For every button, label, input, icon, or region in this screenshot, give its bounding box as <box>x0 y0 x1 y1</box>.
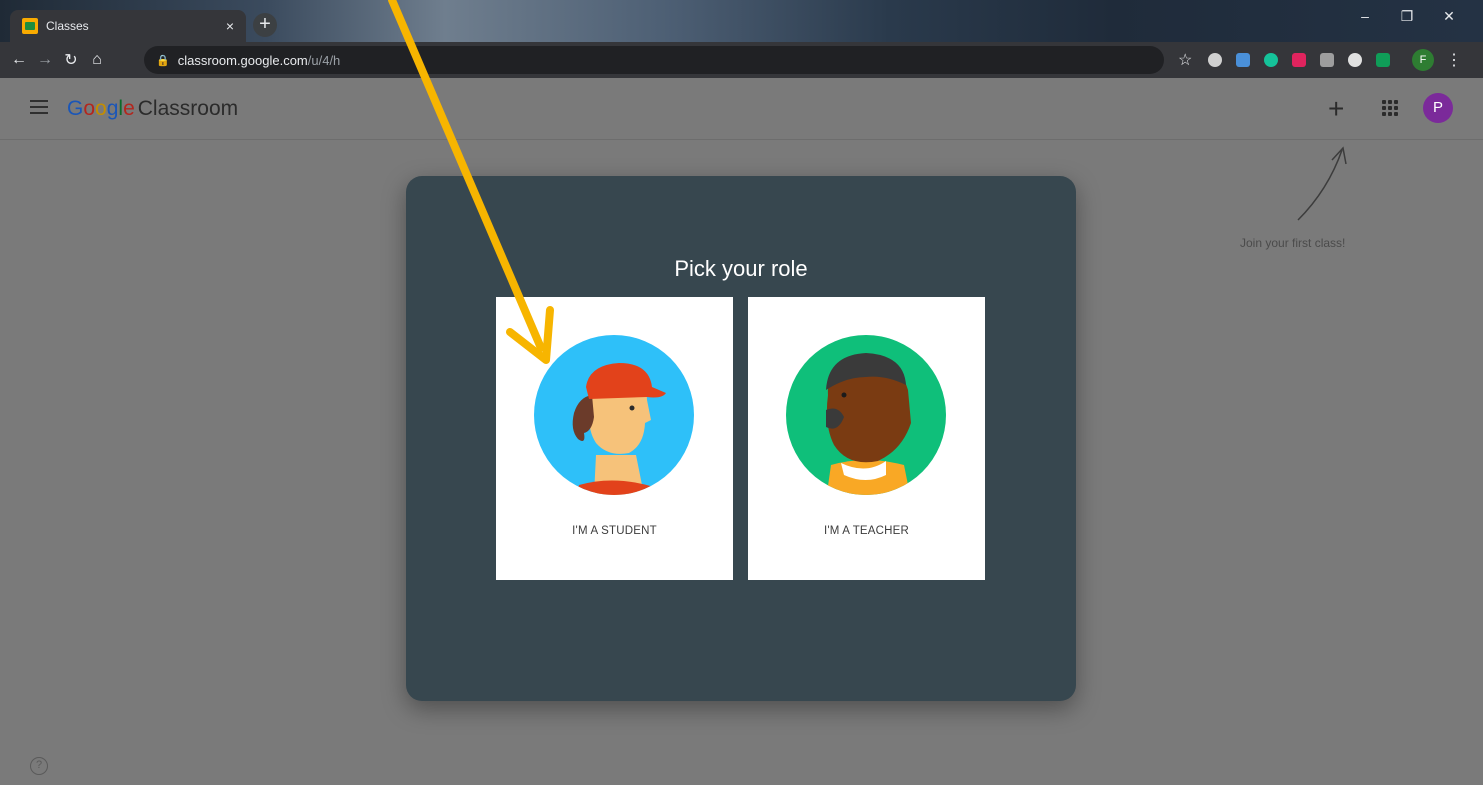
lock-icon: 🔒 <box>156 54 170 67</box>
apps-icon[interactable] <box>1382 100 1398 116</box>
grammarly-extension-icon[interactable] <box>1264 53 1278 67</box>
star-icon[interactable]: ☆ <box>1178 50 1192 70</box>
teacher-role-card[interactable]: I'M A TEACHER <box>748 297 985 580</box>
browser-tab[interactable]: Classes × <box>10 10 246 42</box>
student-role-card[interactable]: I'M A STUDENT <box>496 297 733 580</box>
forward-icon[interactable]: → <box>32 51 58 69</box>
pick-role-dialog: Pick your role I'M A STUDENT I'M A TEACH… <box>406 176 1076 701</box>
extension-icon[interactable] <box>1208 53 1222 67</box>
classroom-extension-icon[interactable] <box>1376 53 1390 67</box>
app-logo[interactable]: Google Classroom <box>67 97 238 121</box>
product-name: Classroom <box>137 97 239 120</box>
url-host: classroom.google.com <box>177 52 308 68</box>
address-bar[interactable]: 🔒 classroom.google.com/u/4/h <box>144 46 1164 74</box>
back-icon[interactable]: ← <box>6 51 32 69</box>
tab-title: Classes <box>46 19 89 33</box>
home-icon[interactable]: ⌂ <box>84 51 110 69</box>
join-first-class-hint: Join your first class! <box>1240 236 1346 250</box>
teacher-role-label: I'M A TEACHER <box>823 525 910 537</box>
browser-toolbar: ← → ↻ ⌂ 🔒 classroom.google.com/u/4/h ☆ F… <box>0 42 1483 78</box>
url-path: /u/4/h <box>307 52 341 68</box>
extension-icon[interactable] <box>1348 53 1362 67</box>
menu-icon[interactable] <box>30 100 48 114</box>
add-class-button[interactable]: + <box>1328 93 1344 125</box>
browser-tab-bar: Classes × + – ❐ ✕ <box>0 0 1483 42</box>
app-header: Google Classroom + P <box>0 78 1483 140</box>
account-avatar[interactable]: P <box>1423 93 1453 123</box>
new-tab-button[interactable]: + <box>253 13 277 37</box>
browser-profile-avatar[interactable]: F <box>1412 49 1434 71</box>
teacher-avatar-icon <box>786 335 946 495</box>
minimize-icon[interactable]: – <box>1348 8 1382 24</box>
tab-close-icon[interactable]: × <box>226 18 234 34</box>
student-role-label: I'M A STUDENT <box>572 525 657 537</box>
classroom-favicon-icon <box>22 18 38 34</box>
help-icon[interactable]: ? <box>30 757 48 775</box>
browser-menu-icon[interactable]: ⋮ <box>1446 50 1462 70</box>
close-window-icon[interactable]: ✕ <box>1432 8 1466 25</box>
reload-icon[interactable]: ↻ <box>58 50 84 70</box>
student-avatar-icon <box>534 335 694 495</box>
restore-icon[interactable]: ❐ <box>1390 8 1424 25</box>
dialog-title: Pick your role <box>674 256 808 281</box>
extension-icon[interactable] <box>1236 53 1250 67</box>
extension-icon[interactable] <box>1320 53 1334 67</box>
extension-icon[interactable] <box>1292 53 1306 67</box>
